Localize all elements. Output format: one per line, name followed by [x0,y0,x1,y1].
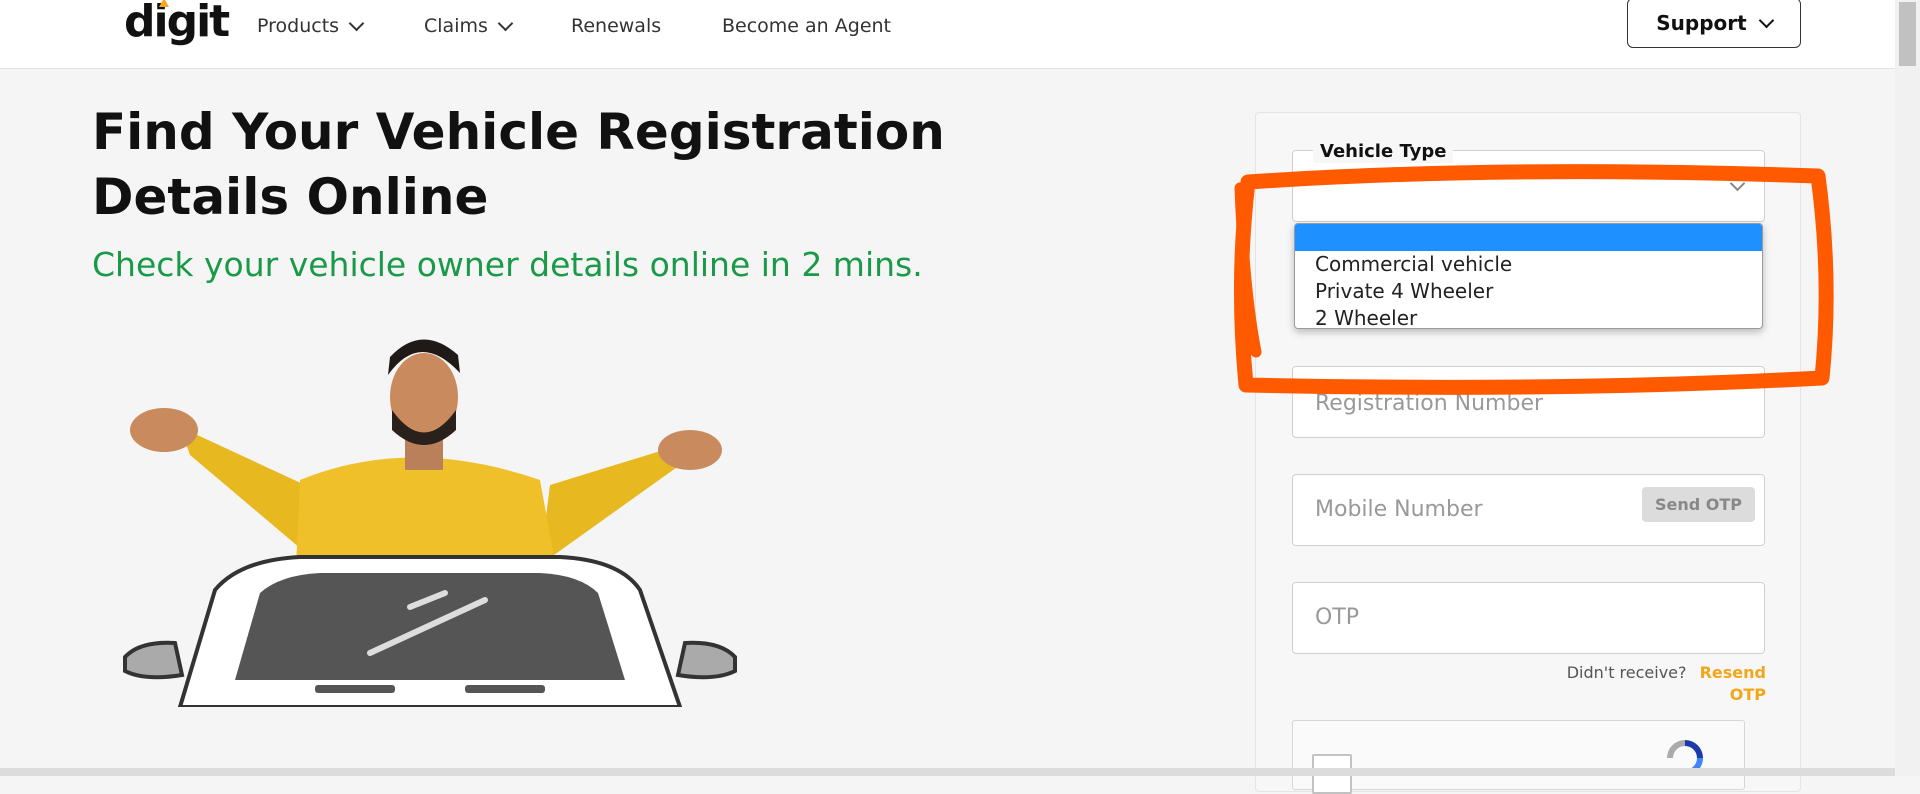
car-grille [315,685,395,693]
left-hand [130,408,198,452]
nav-become-agent[interactable]: Become an Agent [722,14,891,38]
vehicle-type-option-private-4-wheeler[interactable]: Private 4 Wheeler [1295,278,1762,305]
car-grille [465,685,545,693]
right-arm [540,445,680,565]
vehicle-type-option-2-wheeler[interactable]: 2 Wheeler [1295,305,1762,328]
resend-row: Didn't receive? Resend OTP [1526,662,1766,706]
chevron-down-icon [348,15,365,31]
logo-text: digit [124,0,230,47]
page-title: Find Your Vehicle Registration Details O… [92,103,945,226]
nav-claims-label: Claims [424,15,488,37]
page-subtitle: Check your vehicle owner details online … [92,245,923,284]
hero-illustration [123,339,737,707]
highlight-stroke [1234,182,1262,358]
digit-logo[interactable]: digit [124,0,230,48]
chevron-down-icon [1758,12,1774,28]
top-navbar: digit Products Claims Renewals Become an… [0,0,1895,69]
vehicle-type-option-commercial[interactable]: Commercial vehicle [1295,251,1762,278]
horizontal-scrollbar[interactable] [0,768,1895,776]
registration-number-placeholder: Registration Number [1315,391,1544,416]
send-otp-button[interactable]: Send OTP [1642,487,1755,522]
logo-spark-icon [159,0,169,7]
support-button-label: Support [1656,11,1747,35]
otp-placeholder: OTP [1315,605,1360,630]
nav-renewals-label: Renewals [571,15,662,37]
didnt-receive-text: Didn't receive? [1566,663,1687,682]
car-right-mirror [675,640,737,680]
nav-products-label: Products [257,15,340,37]
otp-field[interactable] [1292,582,1765,654]
chevron-down-icon [497,15,514,31]
vehicle-type-dropdown-list: Commercial vehicle Private 4 Wheeler 2 W… [1294,223,1763,329]
car-left-mirror [123,640,185,680]
vehicle-type-label: Vehicle Type [1313,141,1454,163]
resend-otp-link[interactable]: Resend OTP [1700,663,1766,704]
vehicle-type-option-empty[interactable] [1295,224,1762,251]
nav-claims[interactable]: Claims [424,14,514,38]
nav-become-agent-label: Become an Agent [722,15,891,37]
support-button[interactable]: Support [1627,0,1801,48]
nav-products[interactable]: Products [257,14,365,38]
right-hand [658,430,722,470]
scrollbar-thumb[interactable] [1899,2,1916,66]
nav-renewals[interactable]: Renewals [571,14,661,38]
vertical-scrollbar[interactable] [1895,0,1920,776]
mobile-number-placeholder: Mobile Number [1315,497,1483,522]
